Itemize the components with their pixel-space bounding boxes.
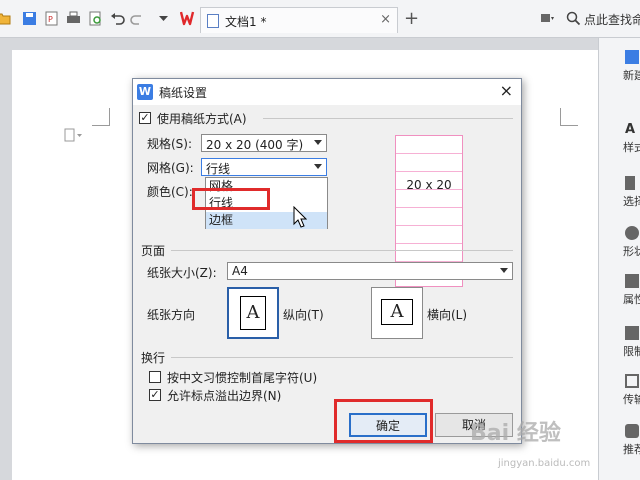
row-line-highlight-box: [192, 188, 270, 210]
new-icon: [625, 50, 639, 64]
use-grid-paper-label: 使用稿纸方式(A): [157, 112, 247, 126]
color-label: 颜色(C):: [147, 185, 193, 199]
print-icon[interactable]: [66, 11, 81, 26]
allow-punctuation-overflow-checkbox[interactable]: ✓: [149, 389, 161, 401]
wps-writer-icon: W: [137, 84, 153, 100]
restrict-icon: [625, 326, 639, 340]
grid-select[interactable]: 行线: [201, 158, 327, 176]
print-preview-icon[interactable]: [88, 11, 103, 26]
undo-icon[interactable]: [110, 11, 125, 26]
watermark-url: jingyan.baidu.com: [498, 458, 591, 469]
paragraph-marker-icon[interactable]: [64, 128, 84, 142]
portrait-page-icon: A: [240, 296, 266, 330]
more-dropdown-icon[interactable]: [156, 11, 171, 26]
dialog-title: 稿纸设置: [159, 86, 208, 100]
sidebar-item-property[interactable]: 属性: [623, 274, 640, 307]
use-grid-paper-checkbox[interactable]: ✓: [139, 112, 151, 124]
sidebar-item-label: 推荐: [623, 443, 640, 456]
chevron-down-icon: [500, 268, 508, 273]
portrait-option[interactable]: A: [227, 287, 279, 339]
command-search-input[interactable]: 点此查找命令: [584, 11, 640, 28]
grid-label: 网格(G):: [147, 161, 194, 175]
watermark-brand: Bai 经验: [470, 421, 561, 446]
open-folder-icon[interactable]: [0, 11, 11, 26]
search-icon[interactable]: [566, 11, 581, 26]
mouse-cursor-icon: [293, 206, 307, 228]
preview-label: 20 x 20: [406, 178, 452, 192]
paper-size-select[interactable]: A4: [227, 262, 513, 280]
sidebar-item-restrict[interactable]: 限制: [623, 326, 640, 359]
orientation-label: 纸张方向: [147, 308, 196, 322]
close-tab-icon[interactable]: ×: [380, 12, 391, 27]
paper-size-label: 纸张大小(Z):: [147, 266, 217, 280]
svg-text:P: P: [48, 15, 53, 24]
sidebar-item-select[interactable]: 选择: [623, 176, 640, 209]
landscape-page-icon: A: [381, 299, 413, 325]
sidebar-item-shape[interactable]: 形状: [623, 226, 640, 259]
sidebar-item-new[interactable]: 新建: [623, 50, 640, 83]
export-pdf-icon[interactable]: P: [44, 11, 59, 26]
landscape-option[interactable]: A: [371, 287, 423, 339]
sidebar-item-label: 属性: [623, 293, 640, 306]
dialog-close-button[interactable]: ×: [500, 81, 513, 100]
sidebar-item-label: 限制: [623, 345, 640, 358]
grid-value: 行线: [206, 162, 231, 176]
transfer-icon: [625, 374, 639, 388]
wrap-section-title: 换行: [141, 351, 166, 365]
right-sidebar: 新建 A 样式 选择 形状 属性 限制 传输 推荐: [598, 38, 640, 480]
save-icon[interactable]: [22, 11, 37, 26]
wps-logo-icon[interactable]: [180, 10, 198, 26]
redo-icon[interactable]: [130, 11, 145, 26]
landscape-label: 横向(L): [427, 308, 468, 322]
margin-corner-top-left: [92, 108, 110, 126]
portrait-label: 纵向(T): [283, 308, 324, 322]
grid-paper-settings-dialog: W 稿纸设置 × ✓ 使用稿纸方式(A) 规格(S): 20 x 20 (400…: [132, 78, 522, 444]
grid-option-border[interactable]: 边框: [206, 212, 327, 229]
document-tab-label: 文档1 *: [225, 15, 267, 29]
sidebar-item-transfer[interactable]: 传输: [623, 374, 640, 407]
window-mode-icon[interactable]: [540, 11, 555, 26]
sidebar-item-label: 形状: [623, 245, 640, 258]
chevron-down-icon: [314, 140, 322, 145]
spec-value: 20 x 20 (400 字): [206, 138, 304, 152]
sidebar-item-label: 传输: [623, 393, 640, 406]
dialog-titlebar[interactable]: W 稿纸设置 ×: [133, 79, 521, 105]
document-icon: [207, 14, 219, 28]
section-divider: [263, 118, 513, 119]
top-toolbar: P 文档1 * × + 点此查找命令: [0, 0, 640, 38]
chevron-down-icon: [314, 164, 322, 169]
sidebar-item-recommend[interactable]: 推荐: [623, 424, 640, 457]
sidebar-item-label: 选择: [623, 195, 640, 208]
section-divider: [171, 250, 513, 251]
chinese-line-break-checkbox[interactable]: [149, 371, 161, 383]
margin-corner-top-right: [560, 108, 578, 126]
chinese-line-break-label: 按中文习惯控制首尾字符(U): [167, 371, 318, 385]
paper-size-value: A4: [232, 264, 248, 278]
property-icon: [625, 274, 639, 288]
new-tab-button[interactable]: +: [404, 8, 419, 29]
shape-icon: [625, 226, 639, 240]
sidebar-item-style[interactable]: A 样式: [623, 122, 640, 155]
allow-punctuation-overflow-label: 允许标点溢出边界(N): [167, 389, 282, 403]
recommend-icon: [625, 424, 639, 438]
style-icon: A: [625, 122, 636, 137]
spec-select[interactable]: 20 x 20 (400 字): [201, 134, 327, 152]
document-tab[interactable]: 文档1 * ×: [200, 7, 398, 33]
page-section-title: 页面: [141, 244, 166, 258]
ok-button-highlight-box: [334, 399, 433, 443]
section-divider: [171, 357, 513, 358]
sidebar-item-label: 新建: [623, 69, 640, 82]
spec-label: 规格(S):: [147, 137, 193, 151]
sidebar-item-label: 样式: [623, 141, 640, 154]
select-icon: [625, 176, 635, 190]
